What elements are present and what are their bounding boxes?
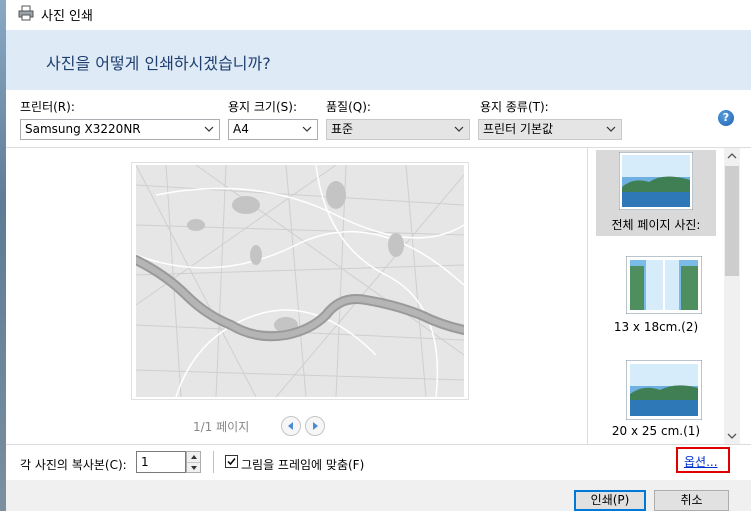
title-bar: 사진 인쇄 <box>6 0 751 28</box>
fit-to-frame-label: 그림을 프레임에 맞춤(F) <box>241 458 365 472</box>
layout-list: 전체 페이지 사진: 13 x 18cm.(2) 20 x 25 cm.(1) <box>587 148 725 444</box>
layout-caption: 전체 페이지 사진: <box>611 218 701 232</box>
printer-select[interactable]: Samsung X3220NR <box>20 119 220 140</box>
next-page-button[interactable] <box>305 416 325 436</box>
help-icon[interactable]: ? <box>718 110 734 126</box>
copies-spinner[interactable] <box>186 451 201 473</box>
window-title: 사진 인쇄 <box>41 9 93 24</box>
scroll-up-icon[interactable] <box>727 152 737 160</box>
scroll-down-icon[interactable] <box>727 432 737 440</box>
header-banner: 사진을 어떻게 인쇄하시겠습니까? <box>6 30 751 90</box>
chevron-down-icon <box>204 126 214 132</box>
arrow-left-icon <box>288 422 293 430</box>
photo-thumbnail <box>626 360 702 420</box>
copies-label: 각 사진의 복사본(C): <box>20 458 127 472</box>
paper-size-select[interactable]: A4 <box>228 119 318 140</box>
layout-caption: 20 x 25 cm.(1) <box>611 424 701 438</box>
print-button[interactable]: 인쇄(P) <box>574 490 646 511</box>
paper-type-label: 용지 종류(T): <box>480 100 549 114</box>
paper-size-label: 용지 크기(S): <box>228 100 297 114</box>
copies-input[interactable]: 1 <box>136 451 186 473</box>
quality-value: 표준 <box>331 122 354 136</box>
fit-to-frame-checkbox[interactable] <box>225 455 238 468</box>
printer-value: Samsung X3220NR <box>25 122 141 136</box>
divider <box>6 444 751 445</box>
arrow-right-icon <box>313 422 318 430</box>
options-label: 옵션... <box>684 455 718 469</box>
layout-scrollbar[interactable] <box>724 148 740 444</box>
preview-pane: 1/1 페이지 <box>6 148 586 444</box>
layout-caption: 13 x 18cm.(2) <box>613 320 699 334</box>
spin-up-icon <box>191 455 197 459</box>
layout-20x25[interactable]: 20 x 25 cm.(1) <box>596 360 716 444</box>
chevron-down-icon <box>302 126 312 132</box>
spin-up-button[interactable] <box>187 452 200 463</box>
chevron-down-icon <box>454 126 464 132</box>
scroll-thumb[interactable] <box>725 166 739 276</box>
chevron-down-icon <box>606 126 616 132</box>
spin-down-icon <box>191 466 197 470</box>
previous-page-button[interactable] <box>281 416 301 436</box>
layout-13x18[interactable]: 13 x 18cm.(2) <box>596 256 716 336</box>
options-link[interactable]: 옵션... <box>676 447 730 473</box>
preview-page <box>132 163 468 399</box>
layout-full-page[interactable]: 전체 페이지 사진: <box>596 150 716 236</box>
checkmark-icon <box>227 458 236 466</box>
quality-select[interactable]: 표준 <box>326 119 470 140</box>
page-indicator: 1/1 페이지 <box>193 420 250 434</box>
paper-type-value: 프린터 기본값 <box>483 122 554 136</box>
photo-thumbnail <box>626 256 702 314</box>
paper-size-value: A4 <box>233 122 249 136</box>
photo-thumbnail <box>619 152 693 210</box>
cancel-button[interactable]: 취소 <box>654 490 729 511</box>
map-image <box>136 165 464 397</box>
print-icon <box>18 5 34 21</box>
printer-label: 프린터(R): <box>20 100 75 114</box>
header-question: 사진을 어떻게 인쇄하시겠습니까? <box>46 54 271 73</box>
quality-label: 품질(Q): <box>326 100 371 114</box>
paper-type-select[interactable]: 프린터 기본값 <box>478 119 622 140</box>
separator <box>213 451 214 473</box>
spin-down-button[interactable] <box>187 463 200 473</box>
